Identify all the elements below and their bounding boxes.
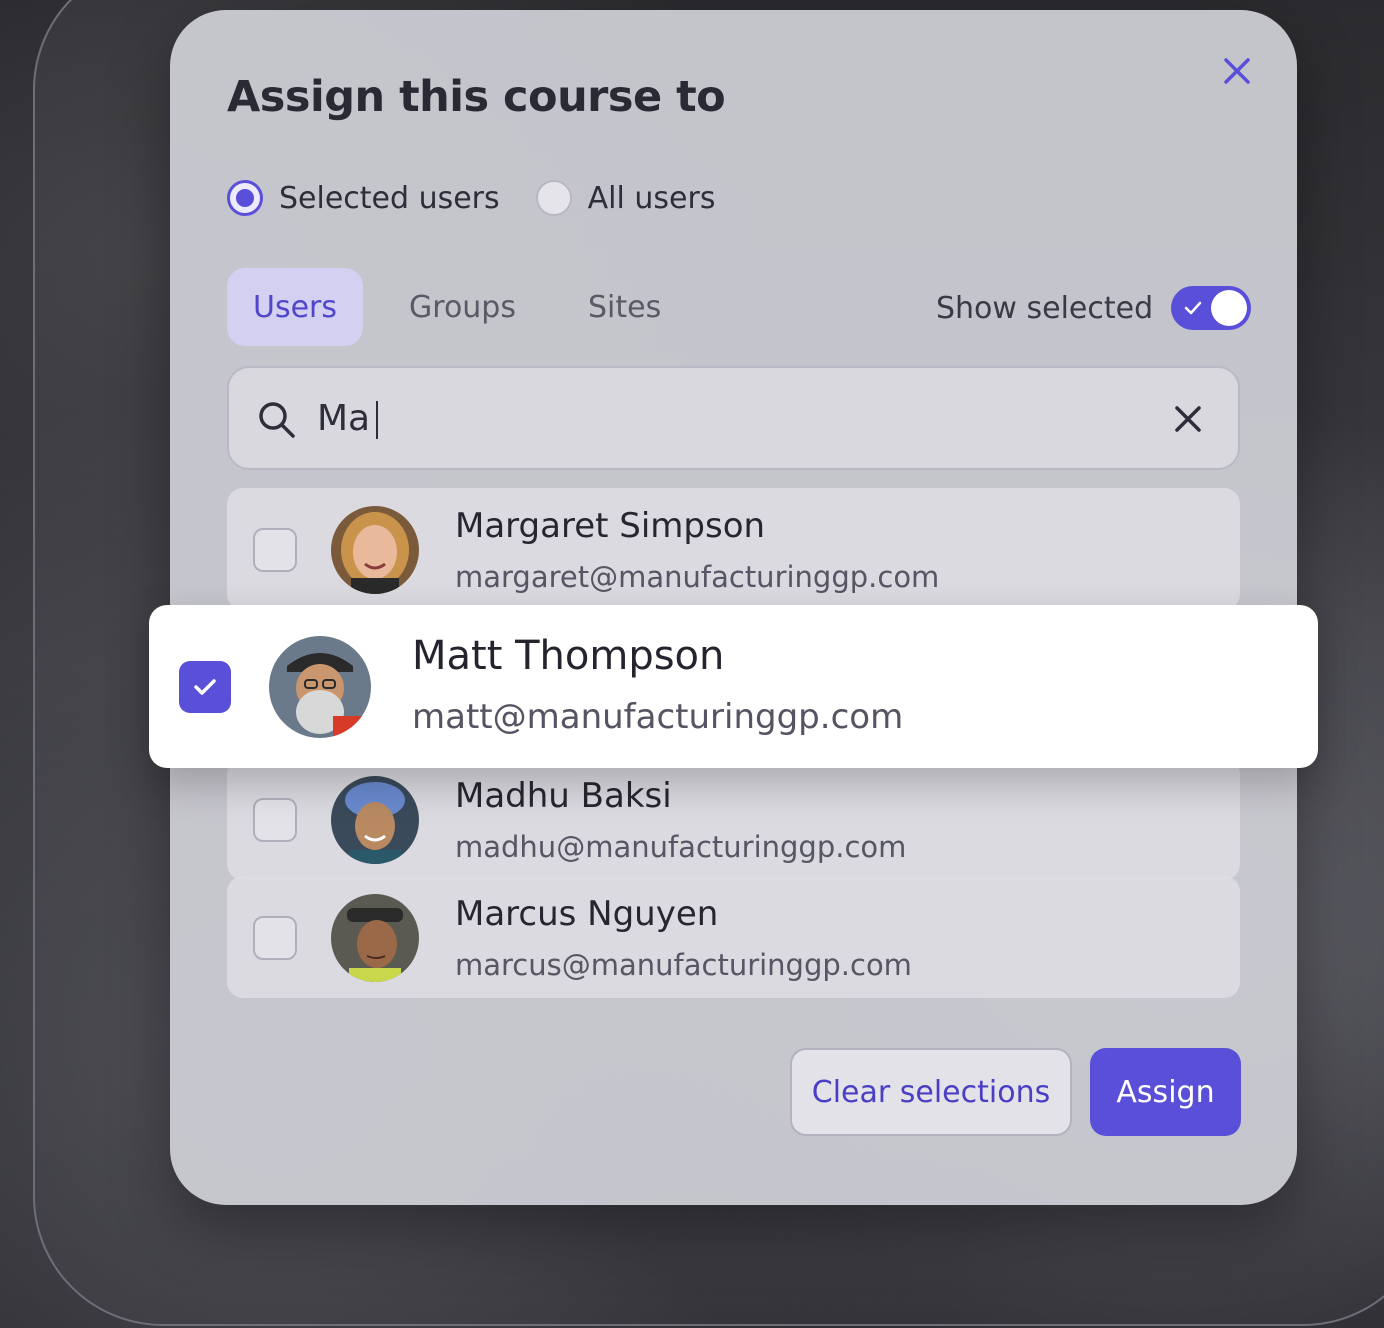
show-selected-control: Show selected	[936, 286, 1252, 330]
radio-selected-users[interactable]: Selected users	[227, 180, 500, 216]
close-icon[interactable]	[1222, 56, 1252, 86]
modal-title: Assign this course to	[227, 72, 726, 122]
avatar	[269, 636, 371, 738]
show-selected-label: Show selected	[936, 290, 1154, 326]
user-email: marcus@manufacturinggp.com	[455, 948, 912, 982]
tab-bar: Users Groups Sites	[227, 268, 707, 346]
radio-all-users[interactable]: All users	[535, 180, 716, 216]
user-email: matt@manufacturinggp.com	[412, 697, 904, 737]
tab-sites[interactable]: Sites	[562, 268, 687, 346]
user-checkbox[interactable]	[253, 798, 297, 842]
show-selected-toggle[interactable]	[1171, 286, 1252, 330]
user-checkbox-checked[interactable]	[179, 661, 231, 713]
clear-selections-button[interactable]: Clear selections	[790, 1048, 1072, 1136]
user-row[interactable]: Margaret Simpson margaret@manufacturingg…	[227, 488, 1240, 610]
user-name: Madhu Baksi	[455, 776, 672, 816]
user-checkbox[interactable]	[253, 916, 297, 960]
search-input-value: Ma	[317, 398, 371, 439]
user-email: margaret@manufacturinggp.com	[455, 560, 940, 594]
user-name: Matt Thompson	[412, 633, 725, 679]
search-field[interactable]: Ma	[227, 366, 1240, 470]
tab-users[interactable]: Users	[227, 268, 364, 346]
search-input[interactable]: Ma	[317, 398, 1117, 439]
toggle-knob	[1211, 290, 1248, 326]
user-name: Marcus Nguyen	[455, 894, 719, 934]
search-icon	[259, 402, 295, 438]
avatar	[331, 776, 419, 864]
radio-unchecked-icon[interactable]	[535, 180, 572, 216]
avatar	[331, 506, 419, 594]
check-icon	[1184, 301, 1202, 315]
modal-footer: Clear selections Assign	[790, 1048, 1241, 1136]
clear-search-icon[interactable]	[1173, 404, 1203, 434]
user-row[interactable]: Madhu Baksi madhu@manufacturinggp.com	[227, 758, 1240, 880]
user-name: Margaret Simpson	[455, 506, 766, 546]
check-icon	[194, 679, 216, 695]
assign-button[interactable]: Assign	[1090, 1048, 1241, 1136]
avatar	[331, 894, 419, 982]
text-caret	[376, 401, 379, 439]
user-row[interactable]: Marcus Nguyen marcus@manufacturinggp.com	[227, 876, 1240, 998]
user-checkbox[interactable]	[253, 528, 297, 572]
user-row-selected[interactable]: Matt Thompson matt@manufacturinggp.com	[149, 605, 1318, 768]
radio-checked-icon[interactable]	[227, 180, 263, 216]
user-email: madhu@manufacturinggp.com	[455, 830, 907, 864]
assign-mode-radio-group: Selected users All users	[227, 180, 751, 216]
radio-label: Selected users	[279, 180, 500, 216]
tab-groups[interactable]: Groups	[383, 268, 542, 346]
radio-label: All users	[587, 180, 716, 216]
